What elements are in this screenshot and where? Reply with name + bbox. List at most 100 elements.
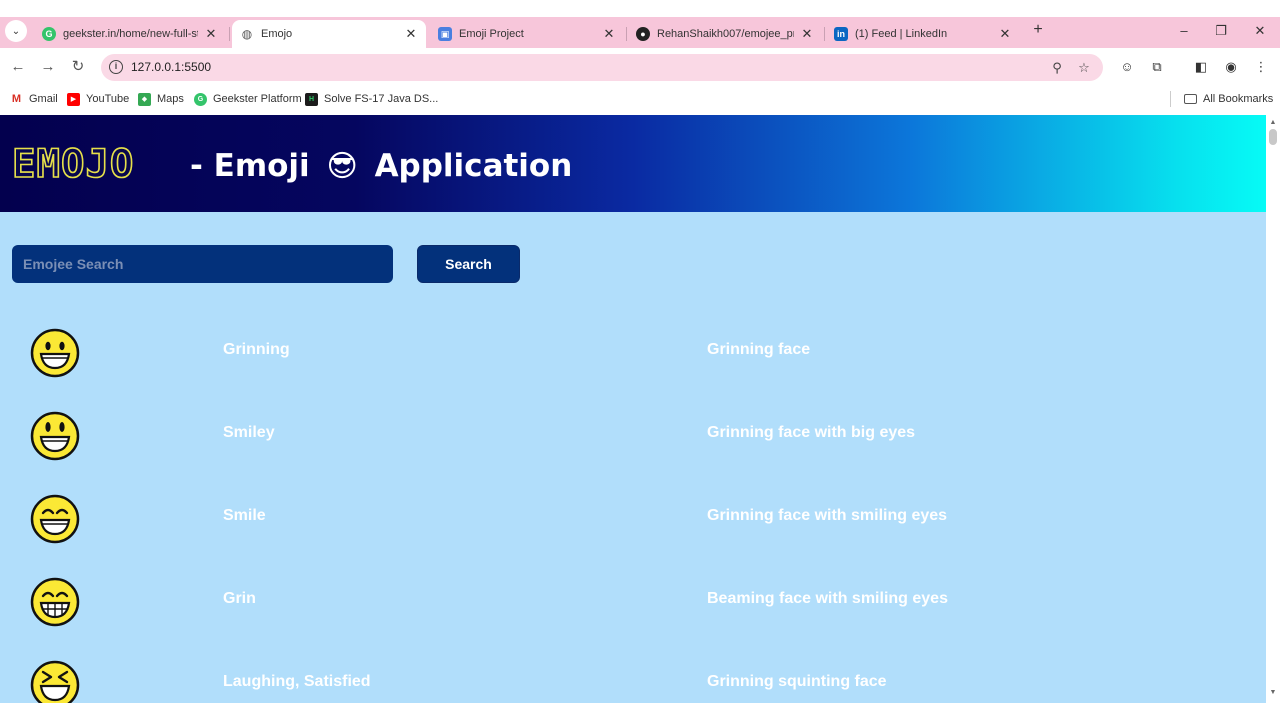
grinning-face-icon	[30, 328, 80, 378]
tab-title: Emoji Project	[459, 28, 524, 40]
search-button[interactable]: Search	[417, 245, 520, 283]
url-text: 127.0.0.1:5500	[131, 60, 212, 74]
page-viewport: EMOJO - Emoji 😎 Application Search Grinn…	[0, 115, 1266, 703]
close-icon[interactable]: ✕	[800, 26, 814, 42]
youtube-icon: ▶	[67, 92, 80, 106]
browser-window: ⌄ G geekster.in/home/new-full-sta ✕ ◍ Em…	[0, 0, 1280, 720]
tab-title: RehanShaikh007/emojee_proje	[657, 28, 794, 40]
close-icon[interactable]: ✕	[204, 26, 218, 42]
restore-button[interactable]: ❐	[1209, 21, 1233, 41]
tab-title: (1) Feed | LinkedIn	[855, 28, 948, 40]
emoji-name: Grinning	[223, 341, 290, 358]
scroll-down-arrow-icon[interactable]: ▼	[1268, 689, 1278, 696]
window-top-strip	[0, 0, 1280, 17]
beaming-face-icon	[30, 577, 80, 627]
tab-emoji-project[interactable]: ▣ Emoji Project ✕	[430, 20, 624, 48]
window-bottom-strip	[0, 703, 1280, 720]
close-icon: ✕	[1254, 23, 1266, 38]
minimize-icon: –	[1180, 23, 1188, 38]
reload-icon: ↻	[71, 58, 85, 75]
tab-divider	[824, 27, 825, 41]
bookmarks-divider	[1170, 91, 1171, 107]
bookmarks-bar: M Gmail ▶ YouTube ◆ Maps G Geekster Plat…	[0, 86, 1280, 112]
page-title: - Emoji 😎 Application	[190, 146, 572, 187]
tab-emojo[interactable]: ◍ Emojo ✕	[232, 20, 426, 48]
globe-icon: ◍	[241, 27, 253, 41]
scroll-up-arrow-icon[interactable]: ▲	[1268, 119, 1278, 126]
close-icon[interactable]: ✕	[998, 26, 1012, 42]
laughing-face-icon	[30, 660, 80, 703]
all-bookmarks-button[interactable]: All Bookmarks	[1184, 91, 1273, 107]
reload-button[interactable]: ↻	[68, 57, 88, 77]
scrollbar-thumb[interactable]	[1269, 129, 1277, 145]
close-icon[interactable]: ✕	[404, 26, 418, 42]
tab-divider	[626, 27, 627, 41]
all-bookmarks-label: All Bookmarks	[1203, 93, 1274, 105]
bookmark-youtube[interactable]: ▶ YouTube	[67, 91, 129, 107]
title-prefix: - Emoji	[190, 148, 310, 184]
new-tab-button[interactable]: +	[1029, 21, 1047, 39]
app-header: EMOJO - Emoji 😎 Application	[0, 115, 1266, 212]
restore-icon: ❐	[1215, 23, 1227, 38]
emoji-name: Smile	[223, 507, 266, 524]
emoji-list-item[interactable]: Laughing, Satisfied Grinning squinting f…	[0, 656, 1266, 703]
tab-search-button[interactable]: ⌄	[5, 20, 27, 42]
arrow-right-icon: →	[40, 58, 56, 75]
chevron-down-icon: ⌄	[11, 25, 21, 37]
address-bar[interactable]: i 127.0.0.1:5500 ⚲ ☆	[101, 54, 1103, 81]
linkedin-icon: in	[834, 27, 848, 41]
emoji-description: Beaming face with smiling eyes	[707, 590, 948, 607]
page-scrollbar[interactable]: ▲ ▼	[1266, 115, 1280, 703]
bookmark-maps[interactable]: ◆ Maps	[138, 91, 184, 107]
close-icon[interactable]: ✕	[602, 26, 616, 42]
emoji-name: Grin	[223, 590, 256, 607]
github-icon: ●	[636, 27, 650, 41]
emoji-list-item[interactable]: Smiley Grinning face with big eyes	[0, 407, 1266, 467]
tab-github[interactable]: ● RehanShaikh007/emojee_proje ✕	[628, 20, 822, 48]
profile-avatar-icon[interactable]: ☺	[1118, 58, 1136, 76]
bookmark-geekster[interactable]: G Geekster Platform	[194, 91, 302, 107]
back-button[interactable]: ←	[8, 57, 28, 77]
geekster-icon: G	[42, 27, 56, 41]
star-icon[interactable]: ☆	[1075, 59, 1093, 77]
emoji-description: Grinning face with smiling eyes	[707, 507, 948, 524]
minimize-button[interactable]: –	[1172, 21, 1196, 41]
window-close-button[interactable]: ✕	[1248, 21, 1272, 41]
emoji-description: Grinning squinting face	[707, 673, 887, 690]
forward-button[interactable]: →	[38, 57, 58, 77]
tab-linkedin[interactable]: in (1) Feed | LinkedIn ✕	[826, 20, 1020, 48]
emoji-description: Grinning face with big eyes	[707, 424, 916, 441]
emoji-name: Laughing, Satisfied	[223, 673, 371, 690]
bookmark-label: Maps	[157, 93, 184, 105]
emoji-description: Grinning face	[707, 341, 811, 358]
emoji-list-item[interactable]: Grin Beaming face with smiling eyes	[0, 573, 1266, 633]
zoom-icon[interactable]: ⚲	[1048, 59, 1066, 77]
tab-bar: ⌄ G geekster.in/home/new-full-sta ✕ ◍ Em…	[0, 17, 1280, 48]
emoji-list-item[interactable]: Smile Grinning face with smiling eyes	[0, 490, 1266, 550]
arrow-left-icon: ←	[10, 58, 26, 75]
bookmark-hackerrank[interactable]: H Solve FS-17 Java DS...	[305, 91, 438, 107]
account-avatar-icon[interactable]: ◉	[1222, 58, 1240, 76]
app-logo: EMOJO	[11, 142, 135, 188]
bookmark-label: Geekster Platform	[213, 93, 302, 105]
hackerrank-icon: H	[305, 92, 318, 106]
tab-title: Emojo	[261, 28, 293, 40]
emoji-list-item[interactable]: Grinning Grinning face	[0, 324, 1266, 384]
bookmark-label: Solve FS-17 Java DS...	[324, 93, 439, 105]
emoji-search-input[interactable]	[12, 245, 393, 283]
user-card-icon: ▣	[438, 27, 452, 41]
folder-icon	[1184, 94, 1197, 104]
plus-icon: +	[1033, 21, 1043, 38]
bookmark-gmail[interactable]: M Gmail	[10, 91, 58, 107]
tab-divider	[229, 27, 230, 41]
browser-toolbar: ← → ↻ i 127.0.0.1:5500 ⚲ ☆ ☺ ⧉ ◧ ◉ ⋮	[0, 48, 1280, 86]
site-info-icon[interactable]: i	[109, 60, 123, 74]
tab-geekster[interactable]: G geekster.in/home/new-full-sta ✕	[34, 20, 226, 48]
title-suffix: Application	[374, 148, 573, 184]
geekster-icon: G	[194, 92, 207, 106]
extensions-icon[interactable]: ⧉	[1148, 58, 1166, 76]
maps-icon: ◆	[138, 92, 151, 106]
side-panel-icon[interactable]: ◧	[1192, 58, 1210, 76]
menu-kebab-icon[interactable]: ⋮	[1252, 58, 1270, 76]
tab-title: geekster.in/home/new-full-sta	[63, 28, 198, 40]
